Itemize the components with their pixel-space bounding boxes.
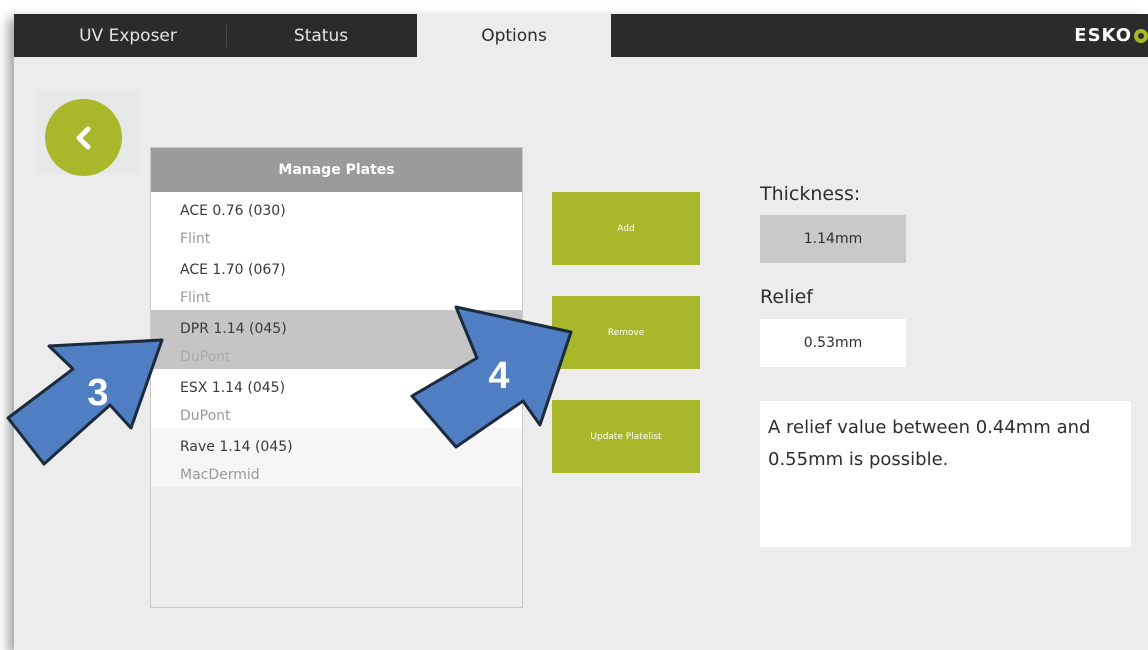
chevron-left-icon [76,126,90,149]
tab-status[interactable]: Status [236,14,406,57]
plate-name: ACE 0.76 (030) [180,203,286,219]
logo-text: ESKO [1074,25,1132,46]
tab-divider [226,25,227,47]
plate-list-item[interactable]: ACE 0.76 (030) Flint [151,192,522,251]
plate-name: ACE 1.70 (067) [180,262,286,278]
thickness-field: 1.14mm [760,215,906,263]
plate-manufacturer: Flint [180,290,211,306]
remove-button[interactable]: Remove [552,296,700,369]
plate-list-item-selected[interactable]: DPR 1.14 (045) DuPont [151,310,522,369]
plate-name: Rave 1.14 (045) [180,439,293,455]
update-platelist-button[interactable]: Update Platelist [552,400,700,473]
back-button[interactable] [45,99,122,176]
relief-info-box: A relief value between 0.44mm and 0.55mm… [760,401,1131,547]
plate-manufacturer: Flint [180,231,211,247]
plate-list-item[interactable]: ACE 1.70 (067) Flint [151,251,522,310]
tab-options[interactable]: Options [417,14,611,57]
tab-uv-exposer[interactable]: UV Exposer [40,14,216,57]
top-navigation-bar: UV Exposer Status Options ESKO [14,14,1148,57]
relief-label: Relief [760,286,813,308]
relief-field[interactable]: 0.53mm [760,319,906,367]
plate-manufacturer: MacDermid [180,467,260,483]
manage-plates-panel: Manage Plates ACE 0.76 (030) Flint ACE 1… [150,147,523,608]
add-button[interactable]: Add [552,192,700,265]
plate-name: ESX 1.14 (045) [180,380,286,396]
plate-manufacturer: DuPont [180,349,231,365]
logo-mark-icon [1134,28,1148,43]
esko-logo: ESKO [1074,14,1148,57]
thickness-label: Thickness: [760,183,861,205]
plate-manufacturer: DuPont [180,408,231,424]
plate-name: DPR 1.14 (045) [180,321,287,337]
plate-list-item[interactable]: ESX 1.14 (045) DuPont [151,369,522,428]
manage-plates-title: Manage Plates [151,148,522,192]
plate-list-item[interactable]: Rave 1.14 (045) MacDermid [151,428,522,487]
app-window: UV Exposer Status Options ESKO Manage Pl… [14,14,1148,650]
